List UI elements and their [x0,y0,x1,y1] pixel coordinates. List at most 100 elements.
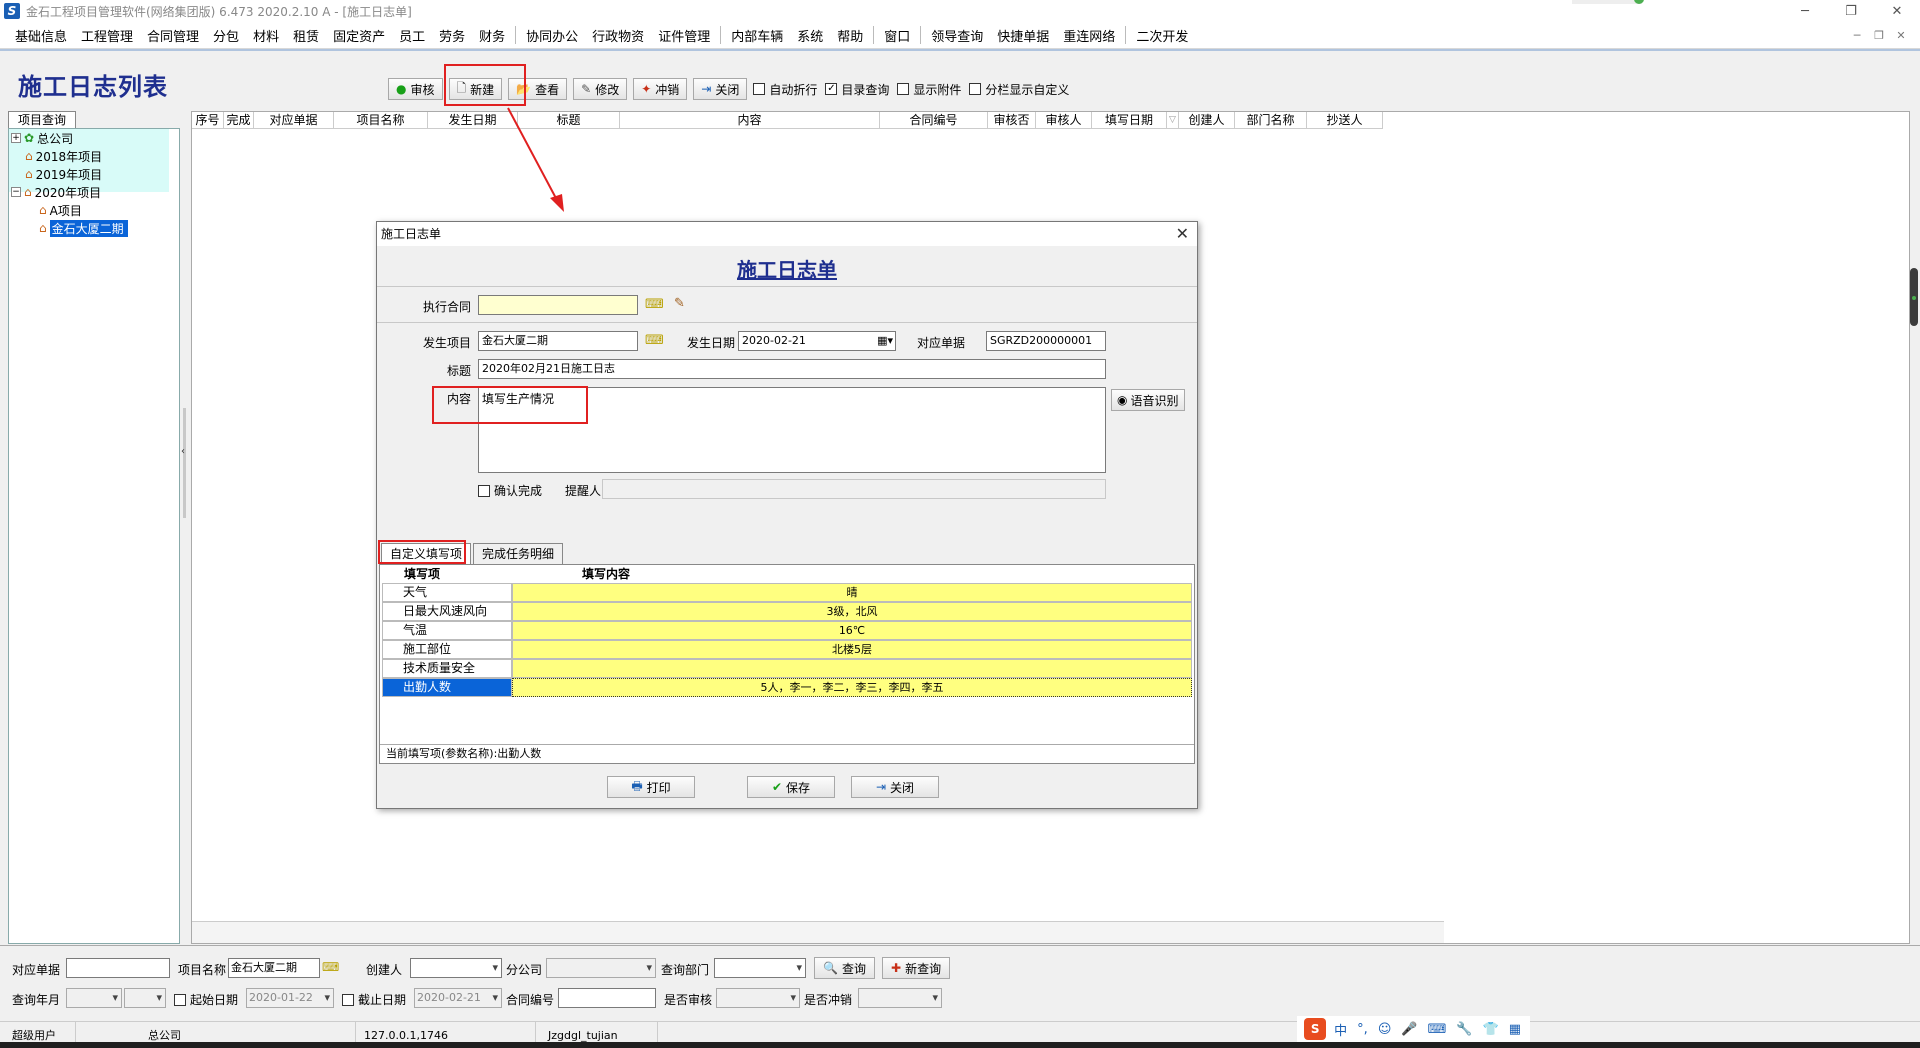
calendar-dropdown-icon[interactable]: ▦▾ [877,332,893,350]
print-button[interactable]: 🖶 打印 [607,776,695,798]
dialog-close-icon[interactable]: ✕ [1176,224,1189,243]
menu-item[interactable]: 分包 [206,26,246,45]
confirm-complete-checkbox-box[interactable] [478,484,490,497]
column-header[interactable]: 内容 [620,112,880,128]
checkbox-box[interactable] [969,83,982,95]
menu-item[interactable]: 内部车辆 [724,26,790,45]
confirm-complete-checkbox[interactable]: 确认完成 [478,482,542,499]
column-header[interactable]: 对应单据 [254,112,334,128]
menu-item[interactable]: 固定资产 [326,26,392,45]
ime-punctuation-icon[interactable]: °, [1357,1022,1368,1037]
toolbar-checkbox[interactable]: 自动折行 [753,81,817,98]
start-date-checkbox-box[interactable] [174,993,186,1006]
tree-item[interactable]: + ✿ 总公司 [11,130,73,146]
custom-field-value[interactable]: 晴 [512,583,1192,602]
sort-indicator-icon[interactable]: ▽ [1167,112,1179,128]
menu-item[interactable]: 基础信息 [8,26,74,45]
ime-tools-icon[interactable]: 🔧 [1456,1022,1472,1037]
horizontal-scrollbar[interactable] [192,921,1444,943]
tree-item[interactable]: ⌂ 2019年项目 [25,166,102,182]
menu-item[interactable]: 证件管理 [651,26,717,45]
menu-item[interactable]: 租赁 [286,26,326,45]
custom-field-value[interactable]: 5人，李一，李二，李三，李四，李五 [512,678,1192,697]
collapse-arrow-icon[interactable]: ‹ [181,447,188,457]
new-query-button[interactable]: ✚ 新查询 [882,957,951,979]
column-header[interactable]: 审核否 [988,112,1036,128]
menu-item[interactable]: 二次开发 [1129,26,1195,45]
menu-item[interactable]: 快捷单据 [990,26,1056,45]
project-picker-icon[interactable]: ⌨ [322,960,339,974]
voice-recognition-button[interactable]: ◉ 语音识别 [1111,389,1185,411]
custom-field-row[interactable]: 天气晴 [382,583,1192,602]
ime-emoji-icon[interactable]: ☺ [1378,1022,1392,1037]
menu-item[interactable]: 重连网络 [1056,26,1122,45]
contract-input[interactable] [478,295,638,315]
column-header[interactable]: 创建人 [1179,112,1235,128]
menu-item[interactable]: 劳务 [432,26,472,45]
custom-field-name[interactable]: 日最大风速风向 [382,602,512,621]
subject-input[interactable]: 2020年02月21日施工日志 [478,359,1106,379]
column-header[interactable]: 部门名称 [1235,112,1307,128]
doc-input[interactable]: SGRZD200000001 [986,331,1106,351]
edit-button[interactable]: ✎ 修改 [573,78,628,100]
checkbox-box[interactable]: ✓ [825,83,838,95]
custom-field-row[interactable]: 气温 16℃ [382,621,1192,640]
mdi-close-button[interactable]: ✕ [1890,29,1912,42]
query-branch-select[interactable] [546,958,656,978]
contract-picker-icon[interactable]: ⌨ [645,297,664,312]
column-header[interactable]: 项目名称 [334,112,428,128]
window-close-button[interactable]: ✕ [1874,0,1920,22]
custom-field-value[interactable]: 北楼5层 [512,640,1192,659]
menu-item[interactable]: 合同管理 [140,26,206,45]
maximize-button[interactable]: ❐ [1828,0,1874,22]
query-creator-select[interactable] [410,958,502,978]
column-header[interactable]: 抄送人 [1307,112,1383,128]
query-button[interactable]: 🔍 查询 [814,957,875,979]
start-date-checkbox[interactable]: 起始日期 [174,991,238,1008]
custom-field-row[interactable]: 日最大风速风向 3级，北风 [382,602,1192,621]
ime-chinese-mode[interactable]: 中 [1334,1020,1347,1039]
query-reversed-select[interactable] [858,988,942,1008]
dialog-close-button[interactable]: ⇥ 关闭 [851,776,939,798]
custom-field-name[interactable]: 技术质量安全 [382,659,512,678]
splitter-bar[interactable] [183,408,186,518]
custom-field-value[interactable] [512,659,1192,678]
column-header[interactable]: 序号 [192,112,224,128]
checkbox-box[interactable] [753,83,766,95]
query-audited-select[interactable] [716,988,800,1008]
tab-project-query[interactable]: 项目查询 [8,111,76,128]
contract-edit-icon[interactable]: ✎ [674,296,685,311]
minimize-button[interactable]: ─ [1782,0,1828,22]
menu-item[interactable]: 工程管理 [74,26,140,45]
menu-item[interactable]: 协同办公 [519,26,585,45]
custom-field-value[interactable]: 16℃ [512,621,1192,640]
pane-splitter[interactable]: ‹ [181,128,188,944]
menu-item[interactable]: 窗口 [877,26,917,45]
expand-icon[interactable]: + [11,133,21,143]
custom-field-value[interactable]: 3级，北风 [512,602,1192,621]
column-header[interactable]: 填写日期 [1092,112,1167,128]
custom-field-name[interactable]: 气温 [382,621,512,640]
ime-skin-icon[interactable]: 👕 [1483,1022,1499,1037]
tree-item[interactable]: ⌂ 金石大厦二期 [39,219,128,237]
project-input[interactable]: 金石大厦二期 [478,331,638,351]
save-button[interactable]: ✔ 保存 [747,776,835,798]
query-doc-input[interactable] [66,958,170,978]
tab-task-details[interactable]: 完成任务明细 [473,543,564,564]
end-date-checkbox-box[interactable] [342,993,354,1006]
menu-item[interactable]: 财务 [472,26,512,45]
column-header[interactable]: 合同编号 [880,112,988,128]
tree-item[interactable]: ⌂ 2018年项目 [25,148,102,164]
query-contract-input[interactable] [558,988,656,1008]
end-date-checkbox[interactable]: 截止日期 [342,991,406,1008]
reminder-input[interactable] [602,479,1106,499]
menu-item[interactable]: 系统 [790,26,830,45]
start-date-input[interactable]: 2020-01-22 [246,988,334,1008]
custom-field-row[interactable]: 施工部位 北楼5层 [382,640,1192,659]
tree-item[interactable]: − ⌂ 2020年项目 [11,184,101,200]
toolbar-checkbox[interactable]: ✓ 目录查询 [825,81,889,98]
custom-field-name[interactable]: 天气 [382,583,512,602]
mdi-restore-button[interactable]: ❐ [1868,29,1890,42]
collapse-icon[interactable]: − [11,187,21,197]
mdi-minimize-button[interactable]: ─ [1846,29,1868,42]
